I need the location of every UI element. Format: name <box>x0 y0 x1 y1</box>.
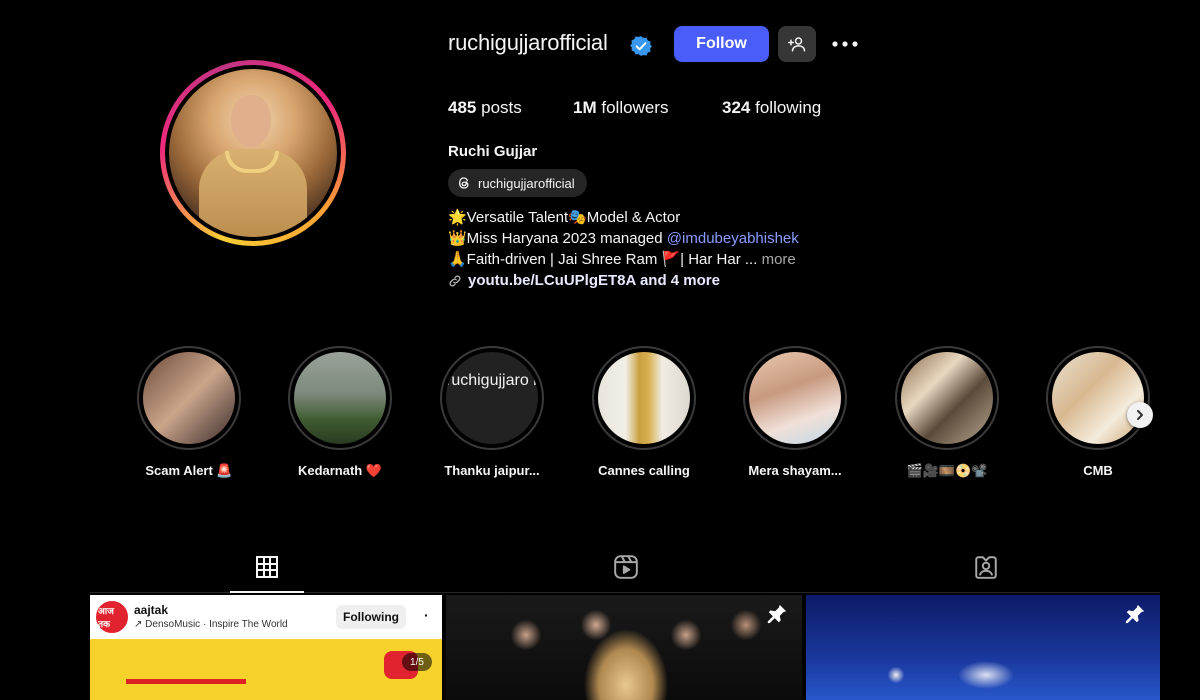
highlight-cover <box>1052 352 1144 444</box>
bio-line-3: 🙏Faith-driven | Jai Shree Ram 🚩| Har Har… <box>448 249 799 270</box>
highlight-cover <box>901 352 993 444</box>
bio-line-2-text: 👑Miss Haryana 2023 managed <box>448 230 667 247</box>
tab-tagged[interactable] <box>966 552 1006 582</box>
threads-icon <box>458 177 469 189</box>
post-more-dots: · <box>424 607 429 623</box>
profile-avatar[interactable] <box>160 60 346 246</box>
more-options-button[interactable] <box>830 34 860 54</box>
highlight-label: Kedarnath ❤️ <box>297 463 383 478</box>
pin-icon <box>767 604 787 624</box>
highlight-item[interactable]: 🎬🎥🎞️📀📽️ <box>895 346 999 479</box>
post-following-button: Following <box>336 605 406 629</box>
highlight-label: Cannes calling <box>598 463 690 478</box>
posts-stat: 485 posts <box>448 98 522 118</box>
reels-icon <box>614 555 638 579</box>
link-icon <box>449 275 461 286</box>
highlight-item[interactable]: Scam Alert 🚨 <box>137 346 241 479</box>
highlights-next-button[interactable] <box>1127 402 1153 428</box>
bio-link-text: youtu.be/LCuUPlgET8A and 4 more <box>468 272 720 289</box>
post-audio-label: ↗ DensoMusic · Inspire The World <box>134 619 288 630</box>
highlight-cover: ruchigujjaro highlight sto icture <box>446 352 538 444</box>
highlight-label: Thanku jaipur... <box>444 463 540 478</box>
post-image <box>806 595 1160 700</box>
posts-label: posts <box>481 98 522 117</box>
bio-mention-link[interactable]: @imdubeyabhishek <box>667 230 799 247</box>
highlight-cover <box>143 352 235 444</box>
full-name: Ruchi Gujjar <box>448 143 538 160</box>
following-count: 324 <box>722 98 751 117</box>
avatar-photo <box>169 69 337 237</box>
threads-handle: ruchigujjarofficial <box>478 175 575 191</box>
bio-more-button[interactable]: more <box>762 251 796 268</box>
highlight-item[interactable]: Kedarnath ❤️ <box>288 346 392 479</box>
follow-button[interactable]: Follow <box>674 26 769 62</box>
post-tile[interactable] <box>446 595 802 700</box>
highlight-cover-text: ruchigujjaro highlight sto icture <box>446 372 538 389</box>
highlight-label: 🎬🎥🎞️📀📽️ <box>906 463 988 478</box>
chevron-right-icon <box>1137 410 1143 420</box>
followers-stat[interactable]: 1M followers <box>573 98 668 118</box>
highlight-item[interactable]: Cannes calling <box>592 346 696 478</box>
highlight-label: Mera shayam... <box>748 463 842 478</box>
grid-icon <box>256 556 278 578</box>
followers-count: 1M <box>573 98 597 117</box>
posts-count: 485 <box>448 98 477 117</box>
bio-line-2: 👑Miss Haryana 2023 managed @imdubeyabhis… <box>448 228 799 249</box>
pin-icon <box>1125 604 1145 624</box>
highlight-item[interactable]: Mera shayam... <box>743 346 847 478</box>
bio-line-1: 🌟Versatile Talent🎭Model & Actor <box>448 209 681 226</box>
verified-badge-icon <box>630 36 652 56</box>
post-tile[interactable]: आज तक aajtak ↗ DensoMusic · Inspire The … <box>90 595 442 700</box>
threads-link[interactable]: ruchigujjarofficial <box>448 169 587 197</box>
aajtak-logo: आज तक <box>96 601 128 633</box>
highlight-cover <box>598 352 690 444</box>
post-headline-graphic <box>126 679 246 700</box>
more-dots-icon <box>832 41 858 47</box>
carousel-counter: 1/5 <box>402 653 432 671</box>
post-account-name: aajtak <box>134 603 169 617</box>
highlight-item[interactable]: ruchigujjaro highlight sto icture Thanku… <box>440 346 544 478</box>
suggest-user-button[interactable] <box>778 26 816 62</box>
post-embed-header: आज तक aajtak ↗ DensoMusic · Inspire The … <box>90 595 442 639</box>
bio: 🌟Versatile Talent🎭Model & Actor 👑Miss Ha… <box>448 207 799 291</box>
username: ruchigujjarofficial <box>448 30 608 55</box>
tab-posts[interactable] <box>247 552 287 582</box>
add-user-icon <box>788 37 806 52</box>
tab-reels[interactable] <box>606 552 646 582</box>
active-tab-indicator <box>230 591 304 593</box>
tagged-icon <box>975 556 997 579</box>
highlight-cover <box>749 352 841 444</box>
bio-line-3-text: 🙏Faith-driven | Jai Shree Ram 🚩| Har Har… <box>448 251 762 268</box>
bio-external-link[interactable]: youtu.be/LCuUPlgET8A and 4 more <box>448 270 799 291</box>
following-stat[interactable]: 324 following <box>722 98 821 118</box>
highlight-label: CMB <box>1083 463 1113 478</box>
highlight-label: Scam Alert 🚨 <box>145 463 233 478</box>
post-image <box>446 595 802 700</box>
highlight-cover <box>294 352 386 444</box>
post-tile[interactable] <box>806 595 1160 700</box>
following-label: following <box>755 98 822 117</box>
followers-label: followers <box>601 98 669 117</box>
